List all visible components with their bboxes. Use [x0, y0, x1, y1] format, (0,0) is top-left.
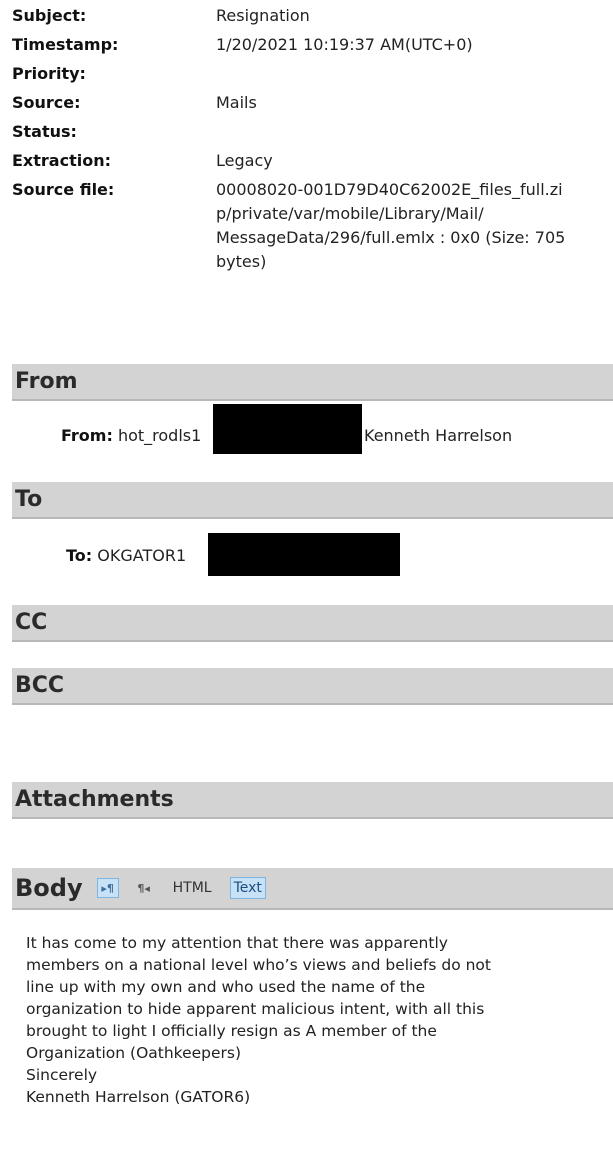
to-section-header[interactable]: To: [12, 482, 613, 519]
from-name: Kenneth Harrelson: [364, 426, 513, 445]
body-line: Kenneth Harrelson (GATOR6): [26, 1088, 251, 1106]
extraction-row: Extraction: Legacy: [12, 149, 612, 173]
rtl-paragraph-icon[interactable]: ¶◂: [133, 878, 155, 898]
from-section-header[interactable]: From: [12, 364, 613, 401]
source-file-label: Source file:: [12, 180, 115, 199]
priority-row: Priority:: [12, 62, 612, 86]
attachments-section-header[interactable]: Attachments: [12, 782, 613, 819]
redaction-box: [213, 404, 362, 454]
priority-value: [216, 62, 612, 86]
source-value: Mails: [216, 93, 257, 112]
body-line: organization to hide apparent malicious …: [26, 1000, 485, 1018]
extraction-value: Legacy: [216, 151, 273, 170]
to-label: To:: [66, 546, 93, 565]
text-view-button[interactable]: Text: [229, 877, 266, 899]
body-line: members on a national level who’s views …: [26, 956, 491, 974]
timestamp-label: Timestamp:: [12, 35, 119, 54]
to-address[interactable]: OKGATOR1: [97, 546, 186, 565]
attachments-section-title: Attachments: [15, 787, 174, 812]
from-address[interactable]: hot_rodls1: [118, 426, 201, 445]
body-section-header: Body ▸¶ ¶◂ HTML Text: [12, 868, 613, 910]
source-file-line: 00008020-001D79D40C62002E_files_full.zi: [216, 180, 563, 199]
body-view-toolbar: ▸¶ ¶◂ HTML Text: [96, 877, 266, 899]
to-line: To: OKGATOR1: [66, 544, 186, 568]
body-line: brought to light I officially resign as …: [26, 1022, 437, 1040]
from-label: From:: [61, 426, 113, 445]
priority-label: Priority:: [12, 64, 86, 83]
html-view-button[interactable]: HTML: [169, 877, 216, 899]
source-file-value[interactable]: 00008020-001D79D40C62002E_files_full.zi …: [216, 178, 612, 274]
body-section-title: Body: [15, 874, 83, 902]
to-section-title: To: [15, 487, 43, 512]
bcc-section-header[interactable]: BCC: [12, 668, 613, 705]
cc-section-header[interactable]: CC: [12, 605, 613, 642]
ltr-paragraph-icon[interactable]: ▸¶: [96, 878, 119, 898]
body-line: It has come to my attention that there w…: [26, 934, 448, 952]
status-label: Status:: [12, 122, 77, 141]
message-body: It has come to my attention that there w…: [26, 932, 606, 1108]
bcc-section-title: BCC: [15, 673, 65, 698]
timestamp-row: Timestamp: 1/20/2021 10:19:37 AM(UTC+0): [12, 33, 612, 57]
source-file-row: Source file: 00008020-001D79D40C62002E_f…: [12, 178, 612, 274]
source-row: Source: Mails: [12, 91, 612, 115]
source-file-line: bytes): [216, 252, 267, 271]
status-value: [216, 120, 612, 144]
subject-row: Subject: Resignation: [12, 4, 612, 28]
cc-section-title: CC: [15, 610, 48, 635]
source-file-line: MessageData/296/full.emlx : 0x0 (Size: 7…: [216, 228, 566, 247]
redaction-box: [208, 533, 400, 576]
from-line: From: hot_rodls1: [61, 424, 201, 448]
source-label: Source:: [12, 93, 81, 112]
subject-label: Subject:: [12, 6, 87, 25]
status-row: Status:: [12, 120, 612, 144]
source-file-line: p/private/var/mobile/Library/Mail/: [216, 204, 484, 223]
message-metadata: Subject: Resignation Timestamp: 1/20/202…: [12, 4, 612, 274]
extraction-label: Extraction:: [12, 151, 111, 170]
body-line: Organization (Oathkeepers): [26, 1044, 242, 1062]
body-line: Sincerely: [26, 1066, 98, 1084]
subject-value: Resignation: [216, 6, 310, 25]
from-section-title: From: [15, 369, 78, 394]
timestamp-value: 1/20/2021 10:19:37 AM(UTC+0): [216, 35, 473, 54]
body-line: line up with my own and who used the nam…: [26, 978, 426, 996]
